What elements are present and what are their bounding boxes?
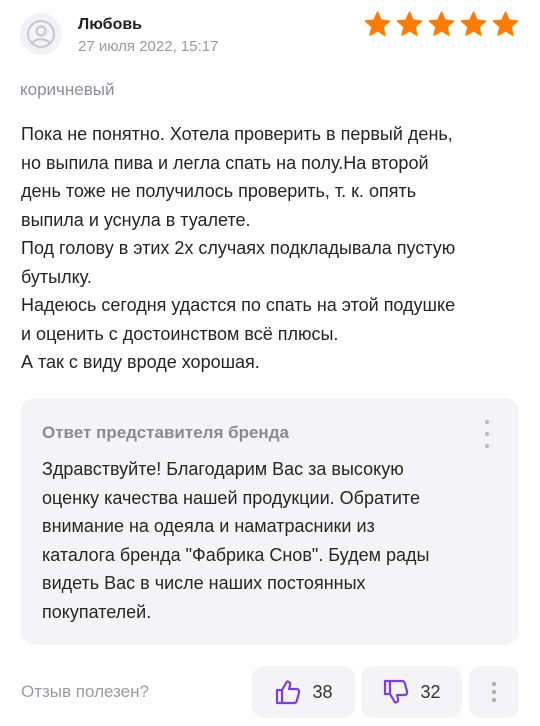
star-icon [364, 11, 391, 36]
review-text: Пока не понятно. Хотела проверить в перв… [21, 120, 521, 377]
avatar [20, 13, 62, 55]
more-dot [485, 444, 489, 448]
dislike-button[interactable]: 32 [361, 666, 462, 718]
review-text-line: бутылку. [21, 266, 92, 287]
review-text-line: выпила и уснула в туалете. [21, 209, 251, 230]
reply-text-line: Здравствуйте! Благодарим Вас за высокую [42, 459, 404, 479]
dislike-count: 32 [420, 681, 441, 702]
review-text-line: и оценить с достоинством всё плюсы. [21, 323, 339, 344]
review-text-line: Надеюсь сегодня удастся по спать на этой… [21, 295, 456, 315]
review-text-line: день тоже не получилось проверить, т. к.… [21, 181, 417, 201]
thumbs-up-icon [276, 680, 301, 705]
star-icon [396, 11, 423, 36]
star-icon [460, 11, 487, 36]
useful-label: Отзыв полезен? [21, 682, 149, 701]
reply-text-line: покупателей. [42, 601, 152, 622]
review-text-line: А так с виду вроде хорошая. [21, 352, 260, 372]
star-icon [428, 11, 455, 36]
star-icon [492, 11, 519, 36]
rating-stars [363, 10, 520, 39]
reply-more-button[interactable] [483, 420, 491, 448]
more-dot [492, 698, 496, 702]
review-text-line: Под голову в этих 2х случаях подкладывал… [21, 238, 456, 258]
reply-title: Ответ представителя бренда [42, 423, 289, 442]
brand-reply: Ответ представителя бренда Здравствуйте!… [21, 398, 519, 645]
review-footer: Отзыв полезен? 38 32 [0, 665, 540, 720]
more-vertical-icon [485, 420, 489, 424]
product-variant: коричневый [20, 80, 115, 99]
review-more-button[interactable] [469, 666, 519, 718]
more-vertical-icon [492, 682, 496, 686]
reply-text-line: видеть Вас в числе наших постоянных [42, 573, 366, 593]
more-dot [492, 690, 496, 694]
review-header: Любовь 27 июля 2022, 15:17 [20, 10, 520, 60]
like-button[interactable]: 38 [252, 666, 355, 718]
thumbs-down-icon [384, 679, 409, 704]
user-avatar-icon [27, 20, 55, 48]
reply-text-line: оценку качества нашей продукции. Обратит… [42, 487, 420, 508]
reply-text-line: внимание на одеяла и наматрасники из [42, 516, 375, 536]
reply-text: Здравствуйте! Благодарим Вас за высокую … [42, 455, 482, 626]
author-name: Любовь [78, 16, 143, 33]
reply-text-line: каталога бренда "Фабрика Снов". Будем ра… [42, 544, 430, 565]
review-date: 27 июля 2022, 15:17 [78, 38, 219, 55]
more-dot [485, 432, 489, 436]
review-text-line: но выпила пива и легла спать на полу.На … [21, 152, 429, 173]
like-count: 38 [312, 681, 333, 702]
review-text-line: Пока не понятно. Хотела проверить в перв… [21, 124, 453, 144]
